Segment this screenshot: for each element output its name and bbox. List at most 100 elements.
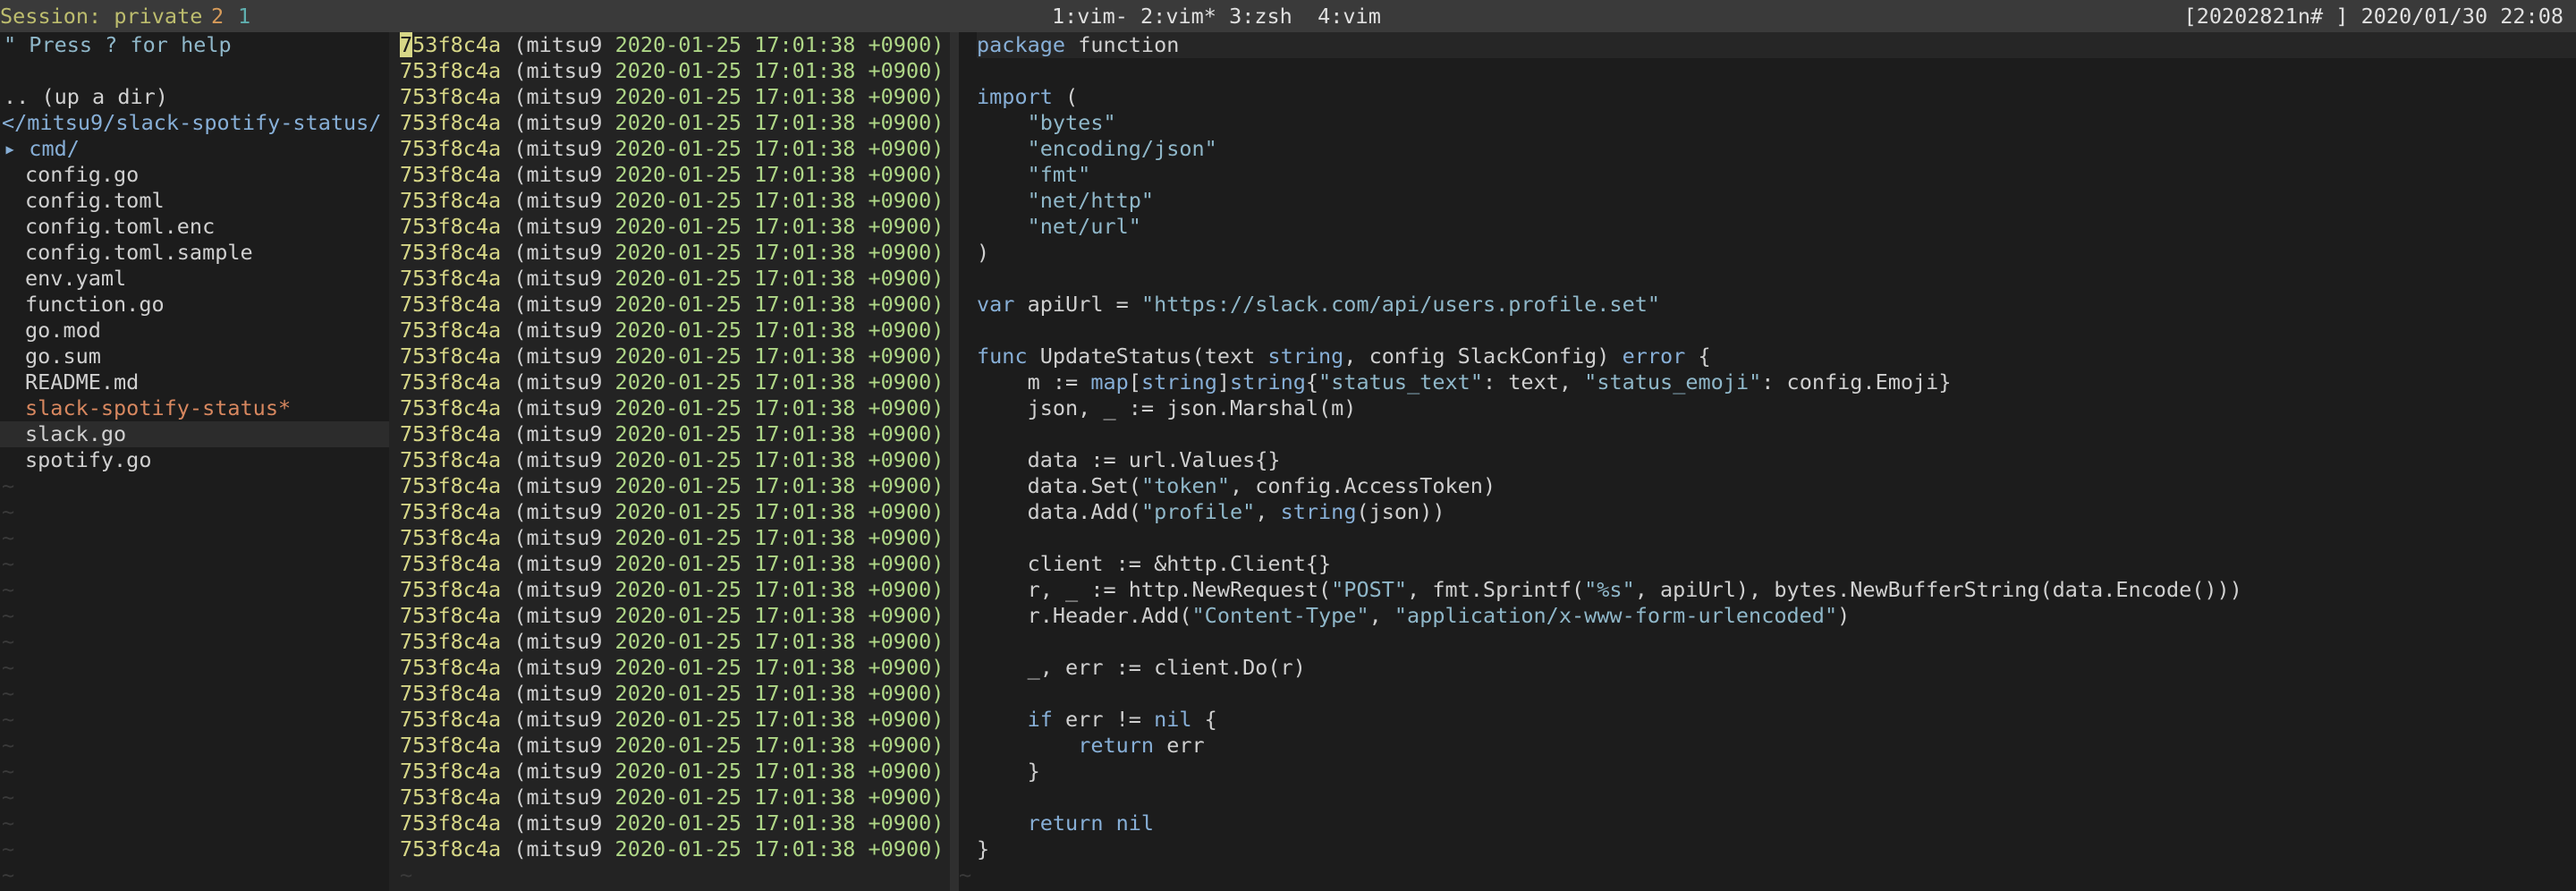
blame-row: 753f8c4a (mitsu9 2020-01-25 17:01:38 +09… — [400, 447, 950, 473]
end-of-buffer-tilde: ~ — [2, 577, 15, 602]
blame-row: 753f8c4a (mitsu9 2020-01-25 17:01:38 +09… — [400, 759, 950, 785]
file-entry[interactable]: config.go — [0, 162, 389, 188]
type-name: string — [1280, 499, 1357, 524]
code-line: "net/http" — [977, 188, 2576, 214]
nerdtree-pane[interactable]: " Press ? for help .. (up a dir) </mitsu… — [0, 32, 389, 891]
blame-row: 753f8c4a (mitsu9 2020-01-25 17:01:38 +09… — [400, 473, 950, 499]
commit-author: (mitsu9 — [513, 577, 603, 602]
code-line: "bytes" — [977, 110, 2576, 136]
commit-hash: 753f8c4a — [400, 655, 502, 680]
blame-row: 753f8c4a (mitsu9 2020-01-25 17:01:38 +09… — [400, 214, 950, 240]
commit-author: (mitsu9 — [513, 447, 603, 472]
pane-separator — [950, 32, 959, 891]
code-text: function — [1065, 32, 1180, 57]
up-dir-entry[interactable]: .. (up a dir) — [0, 84, 389, 110]
commit-date: 2020-01-25 17:01:38 +0900) — [614, 473, 945, 498]
code-text: r, _ := http.NewRequest( — [977, 577, 1332, 602]
file-entry[interactable]: go.mod — [0, 318, 389, 344]
commit-author: (mitsu9 — [513, 162, 603, 187]
code-line: data.Set("token", config.AccessToken) — [977, 473, 2576, 499]
commit-author: (mitsu9 — [513, 473, 603, 498]
blame-row: 753f8c4a (mitsu9 2020-01-25 17:01:38 +09… — [400, 266, 950, 292]
end-of-buffer-tilde: ~ — [2, 551, 15, 576]
commit-hash: 753f8c4a — [400, 551, 502, 576]
commit-author: (mitsu9 — [513, 681, 603, 706]
string-literal: "https://slack.com/api/users.profile.set… — [1140, 292, 1661, 317]
commit-author: (mitsu9 — [513, 785, 603, 810]
git-blame-pane[interactable]: 753f8c4a (mitsu9 2020-01-25 17:01:38 +09… — [389, 32, 950, 891]
commit-hash: 753f8c4a — [400, 681, 502, 706]
modified-file-entry[interactable]: slack-spotify-status* — [0, 395, 389, 421]
blame-row: 753f8c4a (mitsu9 2020-01-25 17:01:38 +09… — [400, 603, 950, 629]
commit-hash: 753f8c4a — [400, 421, 502, 446]
commit-date: 2020-01-25 17:01:38 +0900) — [614, 577, 945, 602]
file-entry[interactable]: go.sum — [0, 344, 389, 369]
end-of-buffer-tilde: ~ — [2, 499, 15, 524]
blame-row: 753f8c4a (mitsu9 2020-01-25 17:01:38 +09… — [400, 58, 950, 84]
end-of-buffer-tilde: ~ — [2, 836, 15, 861]
commit-author: (mitsu9 — [513, 525, 603, 550]
code-line: "fmt" — [977, 162, 2576, 188]
code-line: json, _ := json.Marshal(m) — [977, 395, 1357, 420]
file-entry[interactable]: config.toml.enc — [0, 214, 389, 240]
commit-date: 2020-01-25 17:01:38 +0900) — [614, 447, 945, 472]
file-entry[interactable]: spotify.go — [0, 447, 389, 473]
code-text: r.Header.Add( — [977, 603, 1192, 628]
commit-hash: 753f8c4a — [400, 292, 502, 317]
code-text: , — [1255, 499, 1281, 524]
end-of-buffer-tilde: ~ — [2, 785, 15, 810]
commit-hash: 753f8c4a — [400, 110, 502, 135]
file-entry[interactable]: README.md — [0, 369, 389, 395]
keyword: package — [977, 32, 1066, 57]
code-line: r, _ := http.NewRequest("POST", fmt.Spri… — [977, 577, 2576, 603]
blame-row: 753f8c4a (mitsu9 2020-01-25 17:01:38 +09… — [400, 318, 950, 344]
commit-author: (mitsu9 — [513, 214, 603, 239]
nerdtree-help-hint: " Press ? for help — [4, 32, 232, 57]
string-literal: "application/x-www-form-urlencoded" — [1394, 603, 1838, 628]
commit-author: (mitsu9 — [513, 395, 603, 420]
type-name: string — [1140, 369, 1217, 395]
commit-author: (mitsu9 — [513, 188, 603, 213]
file-entry[interactable]: env.yaml — [0, 266, 389, 292]
file-entry[interactable]: function.go — [0, 292, 389, 318]
code-line: func UpdateStatus(text string, config Sl… — [977, 344, 2576, 369]
commit-date: 2020-01-25 17:01:38 +0900) — [614, 551, 945, 576]
keyword: import — [977, 84, 1053, 109]
commit-hash: 753f8c4a — [400, 836, 502, 861]
code-line: return err — [977, 733, 2576, 759]
selected-file-entry[interactable]: slack.go — [0, 421, 389, 447]
commit-hash: 753f8c4a — [400, 447, 502, 472]
commit-hash: 753f8c4a — [400, 214, 502, 239]
code-text: ) — [1837, 603, 1851, 628]
keyword: if — [1027, 707, 1053, 732]
file-entry[interactable]: config.toml — [0, 188, 389, 214]
code-text: { — [1305, 369, 1319, 395]
commit-hash: 753f8c4a — [400, 58, 502, 83]
type-name: error — [1622, 344, 1686, 369]
commit-hash: 753f8c4a — [400, 266, 502, 291]
code-line: } — [977, 759, 1040, 784]
current-dir-entry[interactable]: </mitsu9/slack-spotify-status/ — [0, 110, 389, 136]
commit-hash: 753f8c4a — [400, 136, 502, 161]
string-literal: "encoding/json" — [1027, 136, 1217, 161]
commit-hash: 753f8c4a — [400, 499, 502, 524]
commit-date: 2020-01-25 17:01:38 +0900) — [614, 136, 945, 161]
code-text: err — [1154, 733, 1205, 758]
commit-hash: 753f8c4a — [400, 344, 502, 369]
cmd-dir-entry[interactable]: ▸ cmd/ — [0, 136, 389, 162]
code-line: } — [977, 836, 990, 861]
code-editor-pane[interactable]: package function import ( "bytes" "encod… — [959, 32, 2576, 891]
blame-row: 753f8c4a (mitsu9 2020-01-25 17:01:38 +09… — [400, 525, 950, 551]
commit-author: (mitsu9 — [513, 629, 603, 654]
session-label: Session: private — [0, 4, 203, 29]
commit-author: (mitsu9 — [513, 759, 603, 784]
file-entry[interactable]: config.toml.sample — [0, 240, 389, 266]
string-literal: "net/http" — [1027, 188, 1155, 213]
code-text: { — [1685, 344, 1711, 369]
keyword: return — [1078, 733, 1155, 758]
tmux-window-list[interactable]: 1:vim- 2:vim* 3:zsh 4:vim — [1052, 0, 1381, 32]
commit-date: 2020-01-25 17:01:38 +0900) — [614, 162, 945, 187]
commit-author: (mitsu9 — [513, 32, 603, 57]
